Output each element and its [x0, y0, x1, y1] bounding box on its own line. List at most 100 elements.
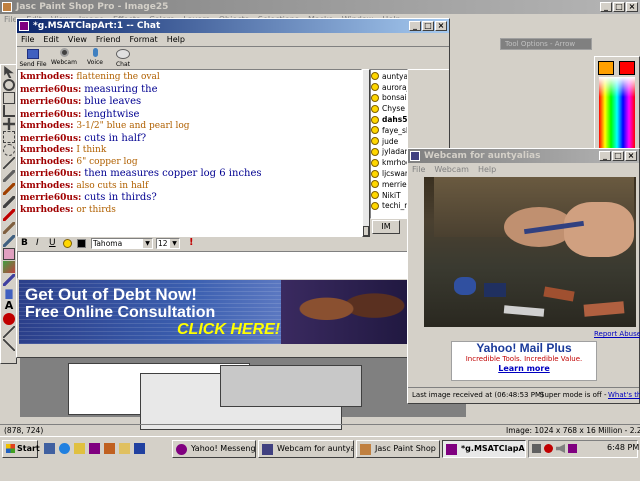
close-icon[interactable]: × [625, 151, 637, 161]
clone-brush-icon[interactable] [3, 196, 15, 208]
word-icon[interactable] [134, 443, 145, 454]
chat-scrollbar[interactable] [362, 69, 370, 237]
chat-user-item[interactable]: faye_shelton [371, 125, 407, 136]
minimize-icon[interactable]: _ [409, 21, 421, 31]
chat-message-nick[interactable]: merrie60us: [20, 193, 81, 203]
chat-message-nick[interactable]: kmrhodes: [20, 121, 73, 131]
chat-user-item[interactable]: jyladams [371, 147, 407, 158]
chat-message-nick[interactable]: merrie60us: [20, 97, 81, 107]
mover-tool-icon[interactable] [3, 118, 15, 130]
browser-icon[interactable] [59, 443, 70, 454]
tray-yahoo-icon[interactable] [568, 444, 577, 453]
chat-menu-friend[interactable]: Friend [96, 34, 121, 45]
scratch-remover-icon[interactable] [3, 235, 15, 247]
pen-tool-icon[interactable] [3, 339, 15, 351]
webcam-menu-help[interactable]: Help [478, 164, 496, 175]
chat-menu-help[interactable]: Help [167, 34, 185, 45]
chat-message-nick[interactable]: kmrhodes: [20, 181, 73, 191]
flood-fill-icon[interactable] [5, 289, 13, 299]
chat-message-nick[interactable]: kmrhodes: [20, 205, 73, 215]
tray-network-icon[interactable] [532, 444, 541, 453]
paint-icon[interactable] [104, 443, 115, 454]
smiley-icon[interactable] [63, 239, 72, 248]
maximize-icon[interactable]: □ [422, 21, 434, 31]
text-tool-icon[interactable]: A [3, 300, 15, 312]
foreground-color-swatch[interactable] [598, 61, 614, 75]
underline-button[interactable]: U [49, 238, 56, 248]
yahoo-mail-ad-link[interactable]: Learn more [452, 364, 596, 374]
chat-user-item[interactable]: ljcswartz [371, 168, 407, 179]
chat-menu-format[interactable]: Format [129, 34, 157, 45]
chat-menu-edit[interactable]: Edit [43, 34, 59, 45]
webcam-button[interactable]: Webcam [50, 48, 78, 68]
webcam-menu-webcam[interactable]: Webcam [434, 164, 469, 175]
chat-user-list[interactable]: auntyaliasaurorajvbonsaikathyChysedahs51… [370, 69, 408, 219]
chat-input-field[interactable] [17, 251, 449, 279]
picture-tube-icon[interactable] [3, 261, 15, 273]
text-color-icon[interactable] [77, 239, 86, 248]
chat-message-nick[interactable]: merrie60us: [20, 85, 81, 95]
font-select[interactable]: Tahoma ▼ [91, 238, 153, 249]
chat-user-item[interactable]: aurorajv [371, 82, 407, 93]
yahoo-mail-ad[interactable]: Yahoo! Mail Plus Incredible Tools. Incre… [451, 341, 597, 381]
arrow-tool-icon[interactable] [4, 66, 14, 78]
magic-wand-icon[interactable] [3, 157, 15, 169]
chat-message-nick[interactable]: merrie60us: [20, 169, 81, 179]
chat-user-item[interactable]: auntyalias [371, 71, 407, 82]
size-select[interactable]: 12 ▼ [156, 238, 180, 249]
minimize-icon[interactable]: _ [600, 2, 612, 12]
chat-button[interactable]: Chat [111, 48, 135, 68]
chat-menu-file[interactable]: File [21, 34, 34, 45]
task-paint-shop-pro[interactable]: Jasc Paint Shop Pro -... [356, 440, 440, 458]
whats-this-link[interactable]: What's this? [608, 388, 640, 402]
chat-user-item[interactable]: techi_mo [371, 201, 407, 212]
chat-user-item[interactable]: merrie60us [371, 179, 407, 190]
chat-message-nick[interactable]: merrie60us: [20, 110, 81, 120]
deform-tool-icon[interactable] [3, 92, 15, 104]
chat-message-nick[interactable]: kmrhodes: [20, 72, 73, 82]
ad-click-here[interactable]: CLICK HERE! [177, 321, 280, 339]
chat-messages-pane[interactable]: kmrhodes: flattening the oval merrie60us:… [17, 69, 362, 237]
task-chat[interactable]: *g.MSATClapArt:... [442, 440, 526, 458]
outlook-icon[interactable] [74, 443, 85, 454]
im-button[interactable]: IM [372, 220, 400, 234]
italic-button[interactable]: I [36, 238, 39, 248]
debt-ad-banner[interactable]: Get Out of Debt Now! Free Online Consult… [19, 280, 449, 344]
chat-user-item[interactable]: Chyse [371, 103, 407, 114]
chat-user-item[interactable]: NikiT [371, 190, 407, 201]
folder-icon[interactable] [119, 443, 130, 454]
eraser-tool-icon[interactable] [3, 248, 15, 260]
tool-options-palette[interactable]: Tool Options - Arrow [500, 38, 592, 50]
start-button[interactable]: Start [2, 440, 40, 458]
airbrush-icon[interactable] [3, 274, 15, 286]
chat-menu-view[interactable]: View [68, 34, 87, 45]
report-abuse-link[interactable]: Report Abuse [594, 330, 640, 338]
desktop-icon[interactable] [44, 443, 55, 454]
maximize-icon[interactable]: □ [612, 151, 624, 161]
background-color-swatch[interactable] [619, 61, 635, 75]
draw-tool-icon[interactable] [3, 326, 15, 338]
close-icon[interactable]: × [626, 2, 638, 12]
chat-message-nick[interactable]: kmrhodes: [20, 157, 73, 167]
yahoo-icon[interactable] [89, 443, 100, 454]
tray-volume-icon[interactable] [556, 444, 565, 453]
preset-shapes-icon[interactable] [3, 313, 15, 325]
ignore-icon[interactable]: ! [189, 237, 194, 248]
send-file-button[interactable]: Send File [19, 48, 47, 68]
freehand-tool-icon[interactable] [3, 144, 15, 156]
chat-user-item[interactable]: bonsaikathy [371, 93, 407, 104]
close-icon[interactable]: × [435, 21, 447, 31]
webcam-menu-file[interactable]: File [412, 164, 425, 175]
minimize-icon[interactable]: _ [599, 151, 611, 161]
chat-user-item[interactable]: kmrhodes [371, 157, 407, 168]
voice-button[interactable]: Voice [83, 48, 107, 68]
crop-tool-icon[interactable] [3, 105, 15, 117]
retouch-tool-icon[interactable] [3, 222, 15, 234]
chat-user-item[interactable]: dahs512 [371, 114, 407, 125]
chat-user-item[interactable]: jude [371, 136, 407, 147]
zoom-tool-icon[interactable] [3, 79, 15, 91]
scroll-down-arrow-icon[interactable] [363, 226, 369, 236]
maximize-icon[interactable]: □ [613, 2, 625, 12]
tray-messenger-icon[interactable] [544, 444, 553, 453]
chat-message-nick[interactable]: merrie60us: [20, 134, 81, 144]
